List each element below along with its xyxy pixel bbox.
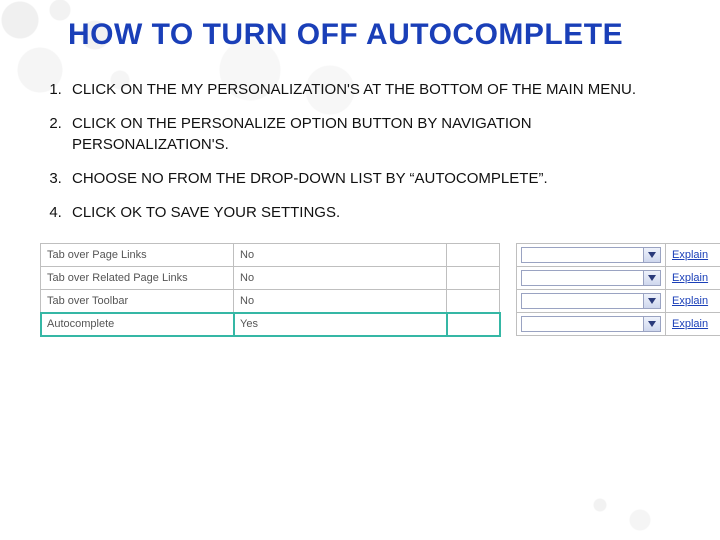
setting-dropdown[interactable]: [521, 293, 661, 309]
explain-link[interactable]: Explain: [672, 295, 708, 307]
settings-row-autocomplete: Autocomplete Yes Explain: [41, 313, 720, 336]
setting-dropdown-cell: [517, 313, 666, 336]
settings-table-screenshot: Tab over Page Links No Explain Tab: [40, 243, 680, 336]
explain-cell: Explain: [666, 244, 720, 267]
page-title: HOW TO TURN OFF AUTOCOMPLETE: [68, 18, 690, 52]
setting-current-blank: [447, 267, 500, 290]
explain-cell: Explain: [666, 290, 720, 313]
instruction-steps-list: CLICK ON THE MY PERSONALIZATION'S AT THE…: [30, 80, 690, 223]
slide-content: HOW TO TURN OFF AUTOCOMPLETE CLICK ON TH…: [0, 0, 720, 540]
setting-current-blank: [447, 290, 500, 313]
chevron-down-icon[interactable]: [643, 317, 660, 331]
step-item: CHOOSE NO FROM THE DROP-DOWN LIST BY “AU…: [66, 169, 690, 189]
explain-cell: Explain: [666, 267, 720, 290]
step-item: CLICK OK TO SAVE YOUR SETTINGS.: [66, 203, 690, 223]
settings-row: Tab over Page Links No Explain: [41, 244, 720, 267]
setting-value: Yes: [234, 313, 447, 336]
chevron-down-icon[interactable]: [643, 294, 660, 308]
setting-dropdown-cell: [517, 290, 666, 313]
setting-dropdown[interactable]: [521, 247, 661, 263]
explain-link[interactable]: Explain: [672, 272, 708, 284]
setting-dropdown[interactable]: [521, 316, 661, 332]
setting-current-blank: [447, 244, 500, 267]
setting-current-blank: [447, 313, 500, 336]
explain-link[interactable]: Explain: [672, 249, 708, 261]
setting-dropdown-cell: [517, 244, 666, 267]
setting-dropdown-cell: [517, 267, 666, 290]
setting-label: Tab over Toolbar: [41, 290, 234, 313]
settings-table: Tab over Page Links No Explain Tab: [40, 243, 720, 336]
setting-dropdown[interactable]: [521, 270, 661, 286]
setting-label: Tab over Page Links: [41, 244, 234, 267]
chevron-down-icon[interactable]: [643, 248, 660, 262]
explain-cell: Explain: [666, 313, 720, 336]
explain-link[interactable]: Explain: [672, 318, 708, 330]
chevron-down-icon[interactable]: [643, 271, 660, 285]
step-item: CLICK ON THE PERSONALIZE OPTION BUTTON B…: [66, 114, 690, 155]
step-item: CLICK ON THE MY PERSONALIZATION'S AT THE…: [66, 80, 690, 100]
setting-label: Tab over Related Page Links: [41, 267, 234, 290]
settings-row: Tab over Toolbar No Explain: [41, 290, 720, 313]
setting-value: No: [234, 244, 447, 267]
setting-value: No: [234, 267, 447, 290]
setting-value: No: [234, 290, 447, 313]
setting-label: Autocomplete: [41, 313, 234, 336]
settings-row: Tab over Related Page Links No Explain: [41, 267, 720, 290]
